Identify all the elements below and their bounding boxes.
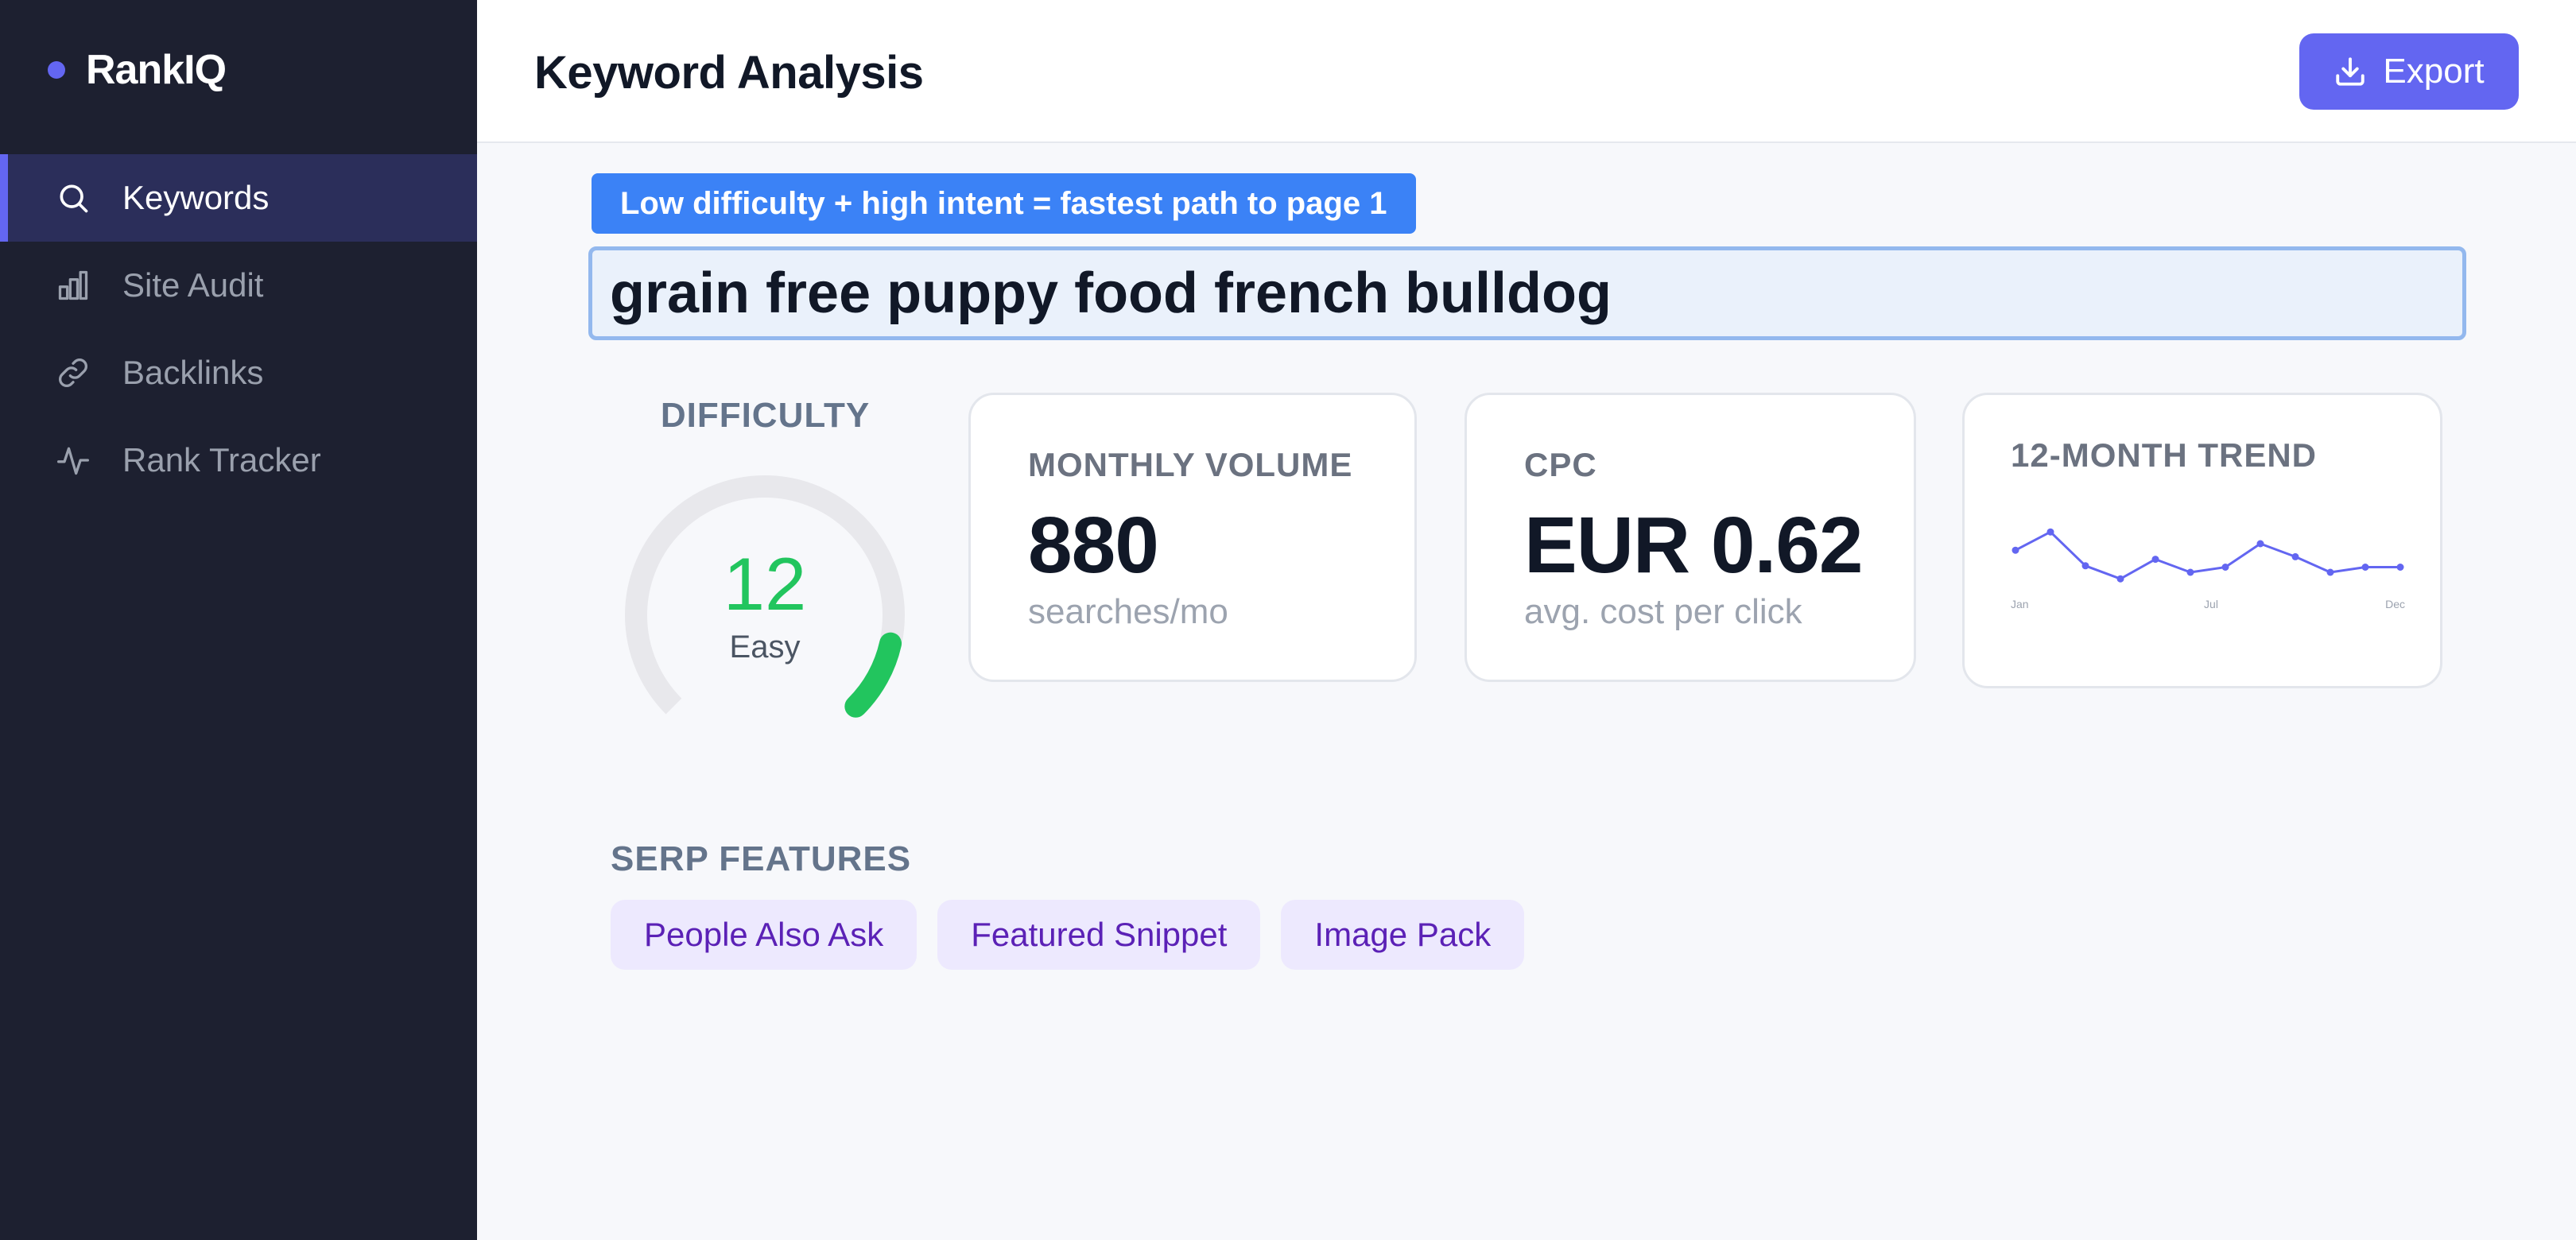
serp-chip-image-pack[interactable]: Image Pack [1281,900,1525,970]
trend-point-jun [2186,568,2194,576]
volume-card: MONTHLY VOLUME 880 searches/mo [968,393,1417,682]
download-icon [2336,57,2365,86]
trend-point-oct [2326,568,2334,576]
trend-card: 12-MONTH TREND Jan Jul Dec [1962,393,2442,688]
keyword-input[interactable] [588,246,2466,340]
trend-point-jul [2221,564,2229,571]
trend-point-jan [2012,546,2019,554]
trend-point-feb [2046,528,2054,536]
page-title: Keyword Analysis [534,47,924,99]
trend-point-aug [2256,540,2264,548]
sidebar-item-label: Keywords [122,179,270,216]
export-button[interactable]: Export [2299,33,2519,110]
trend-tick-start: Jan [2011,598,2029,610]
brand-dot-icon [48,61,65,79]
sidebar-item-label: Backlinks [122,354,264,391]
difficulty-score: 12 [723,542,807,626]
difficulty-gauge: 12 Easy [623,474,906,757]
volume-label: MONTHLY VOLUME [1028,446,1353,483]
search-icon [56,180,91,215]
trend-point-dec [2396,564,2404,571]
trend-point-may [2151,556,2159,564]
brand[interactable]: RankIQ [48,46,227,94]
brand-name: RankIQ [86,47,227,93]
top-header: Keyword Analysis Export [477,0,2576,143]
sidebar: RankIQ Keywords Site Audit Backlinks Ran… [0,0,477,1240]
trend-tick-end: Dec [2385,598,2405,610]
trend-label: 12-MONTH TREND [2011,436,2318,474]
trend-point-sep [2291,552,2299,560]
cpc-label: CPC [1524,446,1597,483]
bar-chart-icon [56,268,91,303]
volume-sub: searches/mo [1028,592,1228,631]
serp-chip-people-also-ask[interactable]: People Also Ask [611,900,918,970]
sidebar-item-site-audit[interactable]: Site Audit [0,242,477,329]
export-button-label: Export [2383,52,2485,91]
sidebar-item-label: Rank Tracker [122,441,321,479]
sidebar-item-backlinks[interactable]: Backlinks [0,329,477,417]
trend-point-nov [2361,564,2369,571]
serp-chip-featured-snippet[interactable]: Featured Snippet [937,900,1261,970]
link-icon [56,355,91,390]
trend-line [2015,530,2400,580]
serp-features-list: People Also Ask Featured Snippet Image P… [611,900,1545,970]
serp-features-label: SERP FEATURES [611,839,912,878]
trend-point-apr [2116,575,2124,583]
difficulty-level: Easy [729,630,801,665]
trend-sparkline: Jan Jul Dec [2011,528,2405,610]
cpc-value: EUR 0.62 [1524,501,1864,590]
cpc-sub: avg. cost per click [1524,592,1802,631]
difficulty-label: DIFFICULTY [660,396,871,435]
trend-tick-mid: Jul [2204,598,2218,610]
sidebar-item-keywords[interactable]: Keywords [0,154,477,242]
sidebar-nav: Keywords Site Audit Backlinks Rank Track… [0,154,477,504]
volume-value: 880 [1028,501,1159,590]
trend-point-mar [2081,562,2089,570]
tip-banner: Low difficulty + high intent = fastest p… [592,173,1416,234]
cpc-card: CPC EUR 0.62 avg. cost per click [1465,393,1916,682]
sidebar-item-rank-tracker[interactable]: Rank Tracker [0,417,477,504]
activity-icon [56,443,91,478]
sidebar-item-label: Site Audit [122,266,264,304]
